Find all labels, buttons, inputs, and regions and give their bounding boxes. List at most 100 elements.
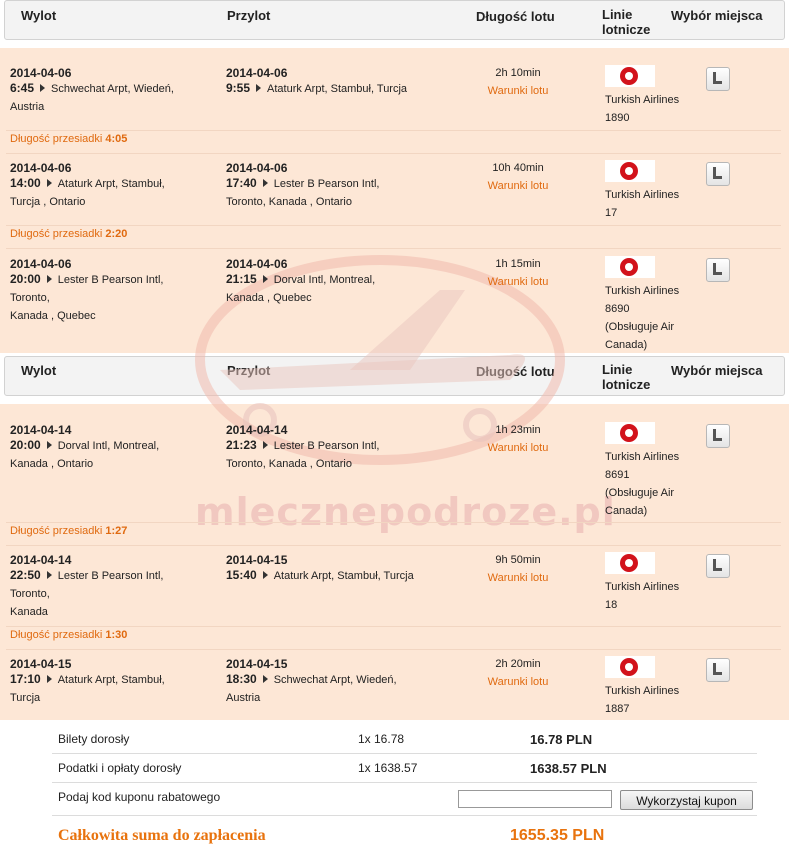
layover-label: Długość przesiadki	[10, 525, 103, 537]
flights-header-outbound: Wylot Przylot Długość lotu Linie lotnicz…	[4, 0, 785, 40]
flight-conditions-link[interactable]: Warunki lotu	[478, 85, 558, 97]
flight-duration: 1h 23min	[495, 424, 541, 436]
departure-place: Turcja , Ontario	[10, 196, 86, 208]
seat-select-button[interactable]	[706, 554, 730, 578]
departure-date: 2014-04-06	[10, 257, 72, 271]
row-divider	[6, 522, 781, 523]
turkish-airlines-logo	[605, 422, 655, 444]
header-seat-choice: Wybór miejsca	[671, 363, 763, 378]
airline-name: Turkish Airlines	[605, 581, 680, 593]
layover-label: Długość przesiadki	[10, 629, 103, 641]
row-divider	[6, 225, 781, 226]
arrival-place: Ataturk Arpt, Stambuł, Turcja	[273, 570, 414, 582]
arrow-right-icon	[46, 441, 52, 449]
arrival-place: Toronto, Kanada , Ontario	[226, 196, 352, 208]
turkish-airlines-logo	[605, 552, 655, 574]
airline-name: Turkish Airlines	[605, 685, 680, 697]
flight-duration: 1h 15min	[495, 258, 541, 270]
row-divider	[6, 130, 781, 131]
departure-time: 20:00	[10, 438, 41, 452]
arrival-place: Austria	[226, 692, 261, 704]
turkish-airlines-logo-mark	[620, 554, 638, 572]
arrival-time-place: 17:40 Lester B Pearson Intl, Toronto, Kana…	[226, 174, 456, 211]
seat-select-button[interactable]	[706, 162, 730, 186]
arrival-date: 2014-04-15	[226, 657, 288, 671]
arrival-place: Dorval Intl, Montreal,	[273, 274, 376, 286]
flight-conditions-link[interactable]: Warunki lotu	[478, 276, 558, 288]
layover-label: Długość przesiadki	[10, 133, 103, 145]
arrival-time: 17:40	[226, 176, 257, 190]
seat-icon	[713, 429, 722, 441]
header-arrival: Przylot	[227, 8, 271, 23]
arrow-right-icon	[262, 441, 268, 449]
summary-divider	[52, 815, 757, 816]
departure-time-place: 20:00 Lester B Pearson Intl, Toronto, Kanad…	[10, 270, 210, 325]
turkish-airlines-logo-mark	[620, 162, 638, 180]
departure-time-place: 6:45 Schwechat Arpt, Wiedeń, Austria	[10, 79, 210, 116]
flight-number: 18	[605, 599, 618, 611]
arrival-date: 2014-04-06	[226, 66, 288, 80]
airline-info: Turkish Airlines 8691 (Obsługuje Air Canada…	[605, 448, 685, 520]
seat-select-button[interactable]	[706, 258, 730, 282]
airline-info: Turkish Airlines 1890	[605, 91, 685, 127]
operated-by: Canada)	[605, 339, 648, 351]
header-airline-line1: Linie	[602, 362, 633, 377]
flight-number: 1890	[605, 112, 630, 124]
departure-place: Ataturk Arpt, Stambuł,	[57, 674, 165, 686]
seat-select-button[interactable]	[706, 424, 730, 448]
flight-conditions-link[interactable]: Warunki lotu	[478, 442, 558, 454]
departure-place: Toronto,	[10, 588, 50, 600]
arrow-right-icon	[46, 675, 52, 683]
turkish-airlines-logo	[605, 65, 655, 87]
departure-date: 2014-04-15	[10, 657, 72, 671]
header-airline-line1: Linie	[602, 7, 633, 22]
total-amount: 1655.35 PLN	[510, 827, 605, 844]
row-divider	[6, 649, 781, 650]
departure-place: Lester B Pearson Intl,	[57, 570, 164, 582]
coupon-label: Podaj kod kuponu rabatowego	[58, 790, 221, 804]
departure-time: 17:10	[10, 672, 41, 686]
seat-select-button[interactable]	[706, 658, 730, 682]
seat-select-button[interactable]	[706, 67, 730, 91]
taxes-label: Podatki i opłaty dorosły	[58, 761, 182, 775]
coupon-code-input[interactable]	[458, 790, 612, 808]
flight-conditions-link[interactable]: Warunki lotu	[478, 572, 558, 584]
turkish-airlines-logo	[605, 160, 655, 182]
row-divider	[6, 248, 781, 249]
seat-icon	[713, 167, 722, 179]
summary-divider	[52, 782, 757, 783]
flight-conditions-link[interactable]: Warunki lotu	[478, 180, 558, 192]
summary-divider	[52, 753, 757, 754]
seat-icon	[713, 263, 722, 275]
departure-place: Kanada	[10, 606, 48, 618]
arrow-right-icon	[46, 571, 52, 579]
taxes-quantity: 1x 1638.57	[358, 761, 418, 775]
departure-place: Lester B Pearson Intl,	[57, 274, 164, 286]
arrival-date: 2014-04-06	[226, 257, 288, 271]
arrival-time-place: 21:23 Lester B Pearson Intl, Toronto, Kana…	[226, 436, 456, 473]
arrival-time-place: 21:15 Dorval Intl, Montreal, Kanada , Queb…	[226, 270, 456, 307]
apply-coupon-button[interactable]: Wykorzystaj kupon	[620, 790, 753, 810]
departure-place: Toronto,	[10, 292, 50, 304]
departure-place: Turcja	[10, 692, 41, 704]
arrow-right-icon	[262, 571, 268, 579]
arrow-right-icon	[46, 275, 52, 283]
flight-duration: 10h 40min	[492, 162, 544, 174]
row-divider	[6, 626, 781, 627]
departure-date: 2014-04-06	[10, 66, 72, 80]
flight-duration: 2h 10min	[495, 67, 541, 79]
arrival-time: 15:40	[226, 568, 257, 582]
departure-time: 20:00	[10, 272, 41, 286]
departure-date: 2014-04-06	[10, 161, 72, 175]
turkish-airlines-logo	[605, 656, 655, 678]
taxes-total: 1638.57 PLN	[530, 761, 607, 776]
arrow-right-icon	[262, 179, 268, 187]
header-duration: Długość lotu	[476, 9, 555, 24]
airline-info: Turkish Airlines 8690 (Obsługuje Air Canada…	[605, 282, 685, 354]
departure-time: 6:45	[10, 81, 35, 95]
departure-time-place: 14:00 Ataturk Arpt, Stambuł, Turcja , Onta…	[10, 174, 210, 211]
departure-place: Kanada , Ontario	[10, 458, 94, 470]
flight-number: 8690	[605, 303, 630, 315]
flight-conditions-link[interactable]: Warunki lotu	[478, 676, 558, 688]
arrival-time-place: 15:40 Ataturk Arpt, Stambuł, Turcja	[226, 566, 456, 585]
